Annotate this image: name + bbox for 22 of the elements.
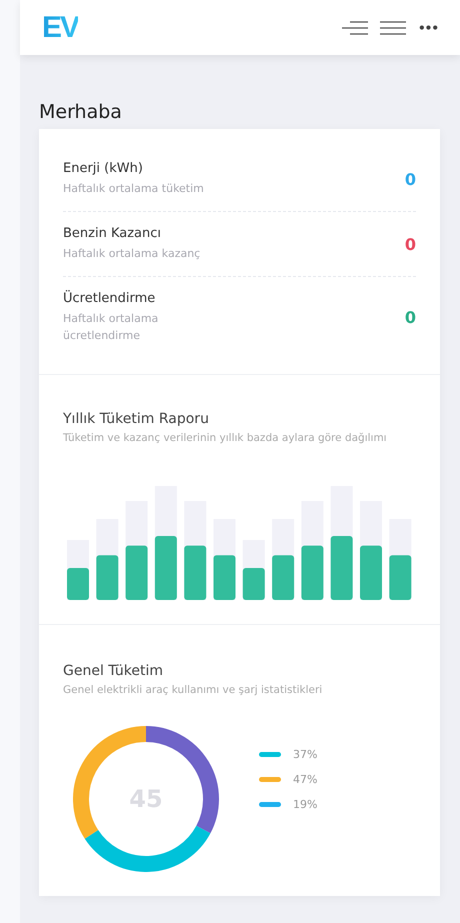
legend-label: 37% — [293, 748, 318, 760]
legend-label: 19% — [293, 798, 318, 810]
bar — [242, 540, 265, 600]
stat-title: Ücretlendirme — [63, 291, 156, 306]
legend-label: 47% — [293, 772, 318, 786]
stat-value: 0 — [404, 170, 416, 188]
stat-subtitle: Haftalık ortalama ücretlendirme — [63, 311, 160, 344]
more-button[interactable]: ••• — [418, 20, 438, 34]
chart-title: Yıllık Tüketim Raporu — [63, 411, 210, 427]
menu-icon[interactable] — [342, 20, 368, 36]
chart-subtitle: Genel elektrikli araç kullanımı ve şarj istatistikleri — [63, 684, 324, 696]
bar — [67, 540, 89, 600]
stat-value: 0 — [404, 308, 416, 327]
stat-title: Enerji (kWh) — [63, 161, 144, 176]
menu-icon[interactable] — [380, 20, 406, 36]
greeting: Merhaba — [39, 101, 123, 123]
stat-subtitle: Haftalık ortalama tüketim — [63, 181, 204, 197]
chart-subtitle: Tüketim ve kazanç verilerinin yıllık bazda aylara göre dağılımı — [63, 432, 388, 444]
chart-title: Genel Tüketim — [63, 663, 164, 679]
stat-title: Benzin Kazancı — [63, 226, 162, 241]
stat-subtitle: Haftalık ortalama kazanç — [63, 246, 200, 262]
stat-value: 0 — [404, 234, 416, 254]
